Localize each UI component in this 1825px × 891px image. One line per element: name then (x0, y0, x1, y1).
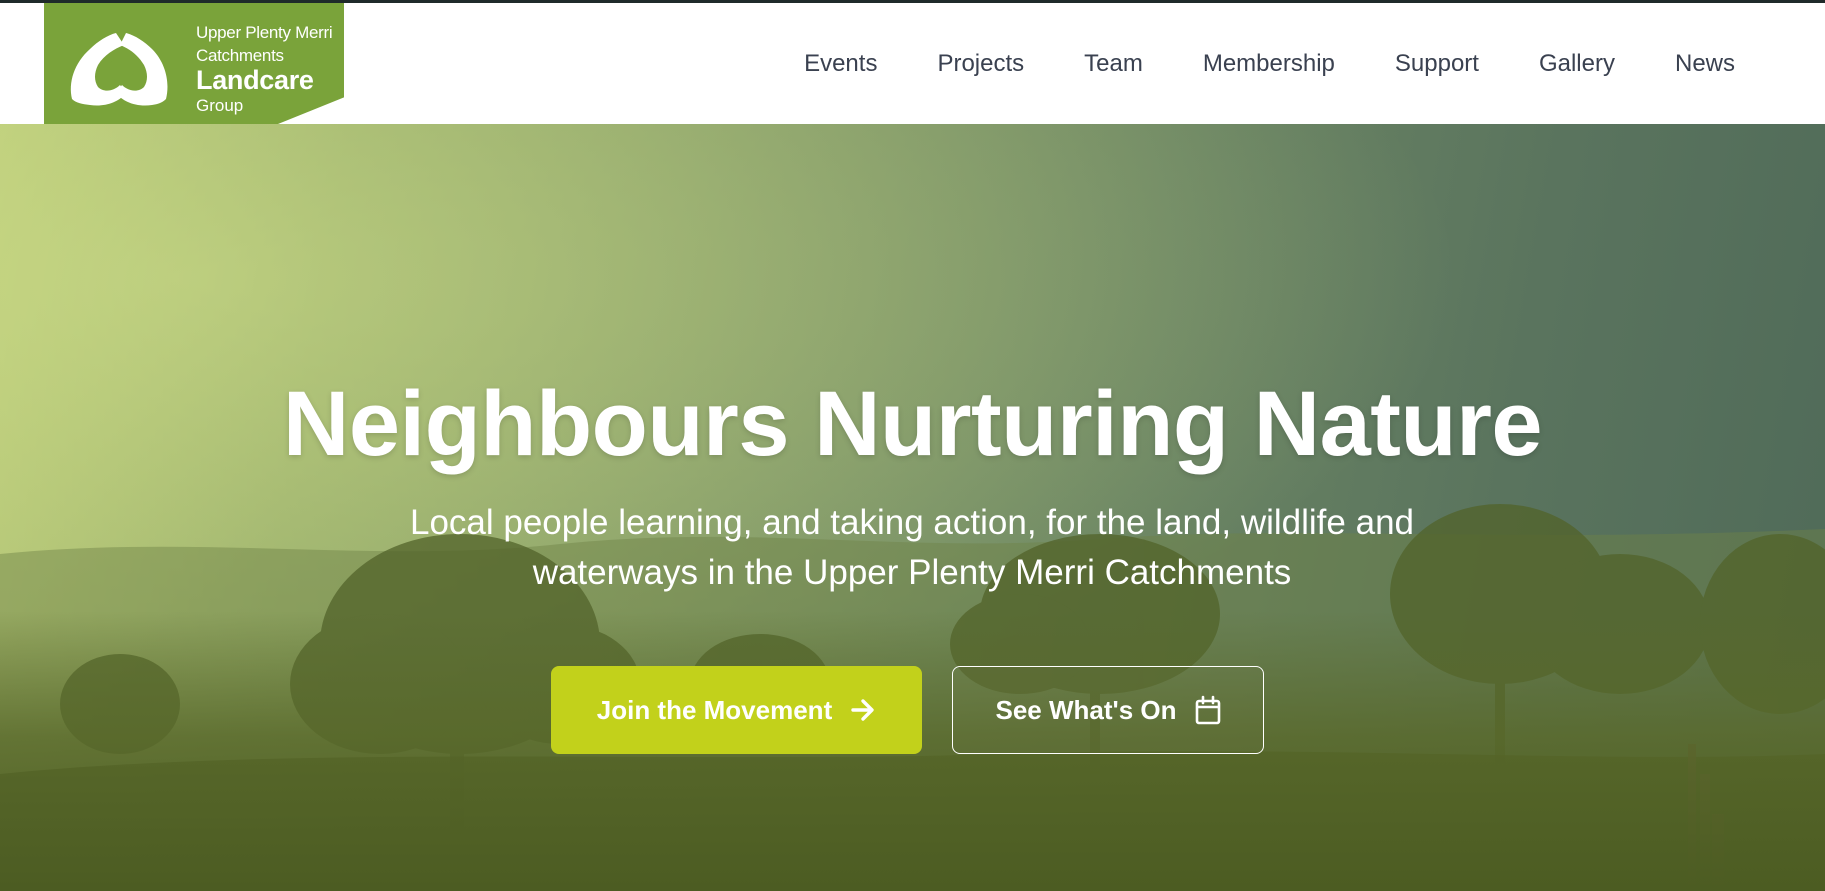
nav-events[interactable]: Events (774, 50, 907, 78)
join-movement-button[interactable]: Join the Movement (551, 666, 922, 754)
nav-team[interactable]: Team (1054, 50, 1173, 78)
brand-line-2: Catchments (196, 46, 284, 65)
join-movement-label: Join the Movement (596, 694, 833, 725)
hands-australia-icon (70, 33, 168, 106)
nav-news[interactable]: News (1645, 50, 1765, 78)
brand-name: Landcare (196, 65, 314, 95)
calendar-icon (1195, 695, 1220, 725)
see-whats-on-label: See What's On (995, 694, 1177, 725)
brand-line-4: Group (196, 96, 244, 115)
hero-subtitle: Local people learning, and taking action… (409, 503, 1414, 592)
nav-support[interactable]: Support (1365, 50, 1509, 78)
hero-section: Neighbours Nurturing Nature Local people… (0, 124, 1825, 891)
hero-title: Neighbours Nurturing Nature (282, 373, 1543, 475)
main-nav: Events Projects Team Membership Support … (774, 3, 1765, 124)
nav-projects[interactable]: Projects (907, 50, 1054, 78)
see-whats-on-button[interactable]: See What's On (952, 666, 1264, 754)
brand-line-1: Upper Plenty Merri (196, 23, 333, 42)
nav-membership[interactable]: Membership (1173, 50, 1365, 78)
site-logo[interactable]: Upper Plenty Merri Catchments Landcare G… (44, 3, 344, 124)
nav-gallery[interactable]: Gallery (1509, 50, 1645, 78)
site-header: Upper Plenty Merri Catchments Landcare G… (0, 3, 1825, 124)
arrow-right-icon (851, 699, 874, 721)
